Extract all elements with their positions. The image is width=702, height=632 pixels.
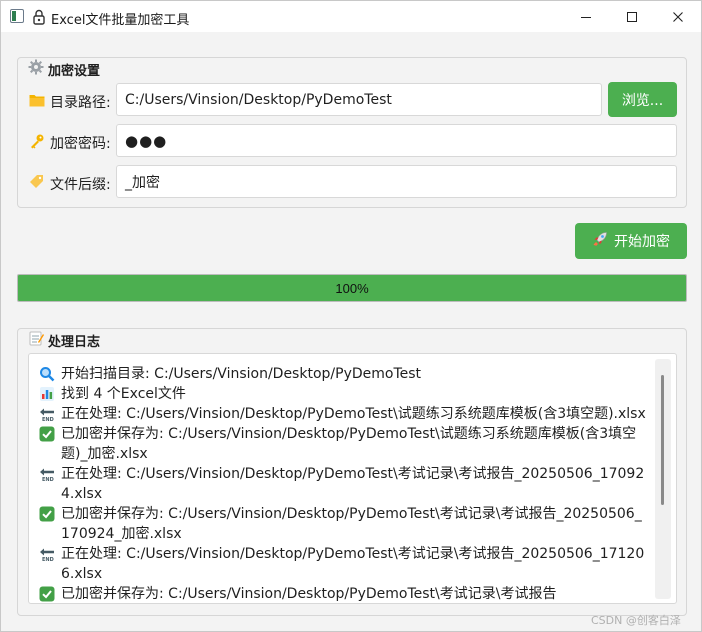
gear-icon [28,59,44,79]
log-line: 已加密并保存为: C:/Users/Vinsion/Desktop/PyDemo… [39,504,649,544]
check-icon [39,504,61,524]
log-line-text: 已加密并保存为: C:/Users/Vinsion/Desktop/PyDemo… [61,586,557,602]
log-line: 已加密并保存为: C:/Users/Vinsion/Desktop/PyDemo… [39,584,649,603]
key-icon [29,133,45,153]
log-textarea[interactable]: 开始扫描目录: C:/Users/Vinsion/Desktop/PyDemoT… [28,353,677,604]
progress-text: 100% [335,280,369,296]
log-line-text: 正在处理: C:/Users/Vinsion/Desktop/PyDemoTes… [61,406,646,422]
password-label: 加密密码: [29,133,111,153]
svg-text:END: END [42,417,54,422]
title-bar[interactable]: Excel文件批量加密工具 [1,1,701,32]
log-line: 已加密并保存为: C:/Users/Vinsion/Desktop/PyDemo… [39,424,649,464]
log-line-text: 开始扫描目录: C:/Users/Vinsion/Desktop/PyDemoT… [61,366,422,382]
magnifier-icon [39,364,61,384]
log-line-text: 已加密并保存为: C:/Users/Vinsion/Desktop/PyDemo… [61,506,642,542]
app-icon [10,9,24,23]
maximize-button[interactable] [609,1,655,32]
minimize-button[interactable] [563,1,609,32]
suffix-input[interactable]: _加密 [116,165,677,198]
close-button[interactable] [655,1,701,32]
dir-input-value: C:/Users/Vinsion/Desktop/PyDemoTest [125,91,392,108]
password-input[interactable]: ●●● [116,124,677,157]
memo-icon [28,330,44,350]
end-arrow-icon: END [39,544,61,564]
bar-chart-icon [39,384,61,404]
folder-icon [29,93,45,111]
end-arrow-icon: END [39,464,61,484]
suffix-label: 文件后缀: [29,174,111,194]
log-line: END 正在处理: C:/Users/Vinsion/Desktop/PyDemo… [39,404,649,424]
log-line-text: 找到 4 个Excel文件 [61,386,186,402]
log-line: 找到 4 个Excel文件 [39,384,649,404]
tag-icon [29,174,45,194]
dir-input[interactable]: C:/Users/Vinsion/Desktop/PyDemoTest [116,83,602,116]
log-group-title: 处理日志 [25,330,104,350]
log-line: 开始扫描目录: C:/Users/Vinsion/Desktop/PyDemoT… [39,364,649,384]
end-arrow-icon: END [39,404,61,424]
browse-button[interactable]: 浏览... [608,82,677,117]
log-scrollbar-thumb[interactable] [661,375,664,505]
log-group-label: 处理日志 [48,334,101,350]
log-line: END 正在处理: C:/Users/Vinsion/Desktop/PyDemo… [39,464,649,504]
window-title: Excel文件批量加密工具 [51,13,190,28]
password-input-value: ●●● [125,131,168,150]
browse-button-label: 浏览... [621,92,664,109]
check-icon [39,424,61,444]
svg-text:END: END [42,557,54,562]
lock-icon [32,9,48,25]
start-encrypt-label: 开始加密 [614,234,670,250]
svg-text:END: END [42,477,54,482]
log-scrollbar[interactable] [655,359,671,599]
settings-group-label: 加密设置 [48,63,101,79]
log-line-text: 已加密并保存为: C:/Users/Vinsion/Desktop/PyDemo… [61,426,637,462]
rocket-icon [592,231,608,251]
log-line-text: 正在处理: C:/Users/Vinsion/Desktop/PyDemoTes… [61,466,645,502]
start-encrypt-button[interactable]: 开始加密 [575,223,687,259]
app-window: Excel文件批量加密工具 加密设置 目录路径: C:/Users/Vinsio… [0,0,702,632]
watermark: CSDN @创客白泽 [591,614,681,627]
suffix-input-value: _加密 [125,174,160,191]
log-lines: 开始扫描目录: C:/Users/Vinsion/Desktop/PyDemoT… [39,364,649,603]
dir-label: 目录路径: [29,92,111,112]
log-line-text: 正在处理: C:/Users/Vinsion/Desktop/PyDemoTes… [61,546,645,582]
settings-group-title: 加密设置 [25,59,104,79]
log-line: END 正在处理: C:/Users/Vinsion/Desktop/PyDemo… [39,544,649,584]
check-icon [39,584,61,603]
progress-bar: 100% [17,274,687,302]
